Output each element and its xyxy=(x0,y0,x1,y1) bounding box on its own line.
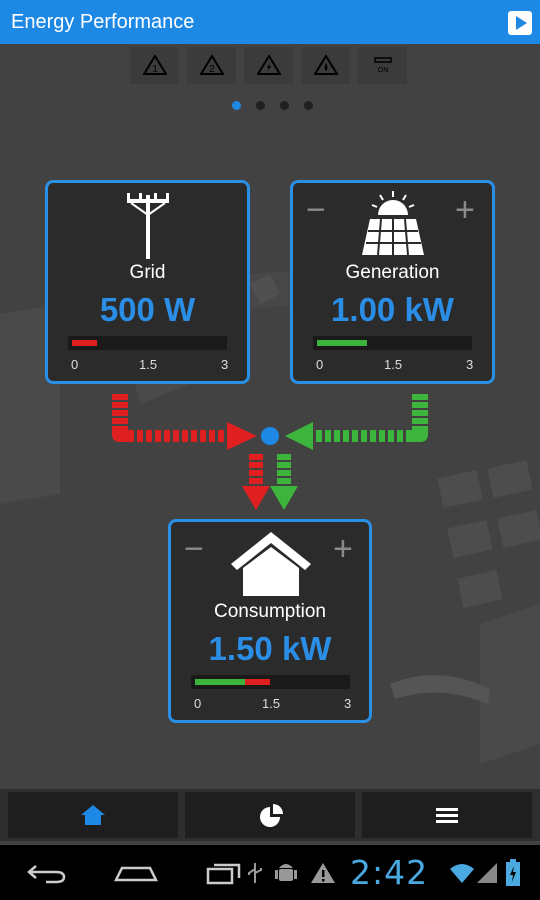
generation-level-fill xyxy=(317,340,367,346)
scale-tick: 1.5 xyxy=(384,357,403,372)
warning-drop-icon xyxy=(314,55,338,75)
junction-node xyxy=(261,427,279,445)
consumption-plus-button[interactable]: + xyxy=(333,532,353,566)
system-navigation-bar: 2:42 xyxy=(0,845,540,900)
consumption-level-bar xyxy=(191,675,350,689)
alert-drop-button[interactable] xyxy=(301,47,350,84)
on-switch-icon: ON xyxy=(374,57,392,74)
warning-icon xyxy=(311,863,335,883)
generation-label: Generation xyxy=(345,262,440,283)
pie-chart-icon xyxy=(260,804,283,827)
recent-apps-icon[interactable] xyxy=(206,863,242,885)
wifi-icon xyxy=(450,864,474,883)
battery-charging-icon xyxy=(506,859,520,886)
scale-tick: 0 xyxy=(71,357,79,372)
svg-text:2: 2 xyxy=(209,64,215,75)
consumption-value: 1.50 kW xyxy=(208,630,332,667)
consumption-label: Consumption xyxy=(214,601,326,622)
warning-2-icon: 2 xyxy=(200,55,224,75)
generation-to-consumption-arrow xyxy=(270,454,298,510)
consumption-scale: 0 1.5 3 xyxy=(191,696,355,712)
consumption-card[interactable]: − + Consumption 1.50 kW 0 1.5 3 xyxy=(168,519,372,723)
page-dot[interactable] xyxy=(232,101,241,110)
nav-menu-button[interactable] xyxy=(362,792,532,838)
usb-icon xyxy=(248,863,262,883)
grid-level-fill xyxy=(72,340,97,346)
generation-plus-button[interactable]: + xyxy=(455,193,475,227)
warning-bolt-icon xyxy=(257,55,281,75)
alert-warning-1-button[interactable]: 1 xyxy=(130,47,179,84)
home-outline-icon[interactable] xyxy=(114,865,158,883)
generation-scale: 0 1.5 3 xyxy=(313,357,477,373)
scale-tick: 3 xyxy=(466,357,474,372)
android-debug-icon xyxy=(275,864,297,881)
scale-tick: 0 xyxy=(316,357,324,372)
page-dot[interactable] xyxy=(256,101,265,110)
page-dot[interactable] xyxy=(304,101,313,110)
nav-statistics-button[interactable] xyxy=(185,792,355,838)
on-switch-button[interactable]: ON xyxy=(358,47,407,84)
bottom-navigation xyxy=(0,789,540,841)
house-icon xyxy=(231,532,311,596)
page-dot[interactable] xyxy=(280,101,289,110)
home-icon xyxy=(81,805,105,825)
svg-text:1: 1 xyxy=(152,64,158,75)
svg-text:ON: ON xyxy=(378,67,389,74)
energy-flow-diagram xyxy=(112,394,428,510)
generation-card[interactable]: − + Generation 1.00 kW 0 1.5 3 xyxy=(290,180,495,384)
grid-level-bar xyxy=(68,336,227,350)
scale-tick: 3 xyxy=(221,357,229,372)
status-clock: 2:42 xyxy=(350,853,429,892)
alert-warning-2-button[interactable]: 2 xyxy=(187,47,236,84)
grid-flow-arrow xyxy=(112,394,257,450)
grid-card[interactable]: Grid 500 W 0 1.5 3 xyxy=(45,180,250,384)
scale-tick: 1.5 xyxy=(139,357,158,372)
power-pole-icon xyxy=(127,193,169,259)
consumption-grid-share-fill xyxy=(245,679,270,685)
consumption-generation-share-fill xyxy=(195,679,245,685)
nav-home-button[interactable] xyxy=(8,792,178,838)
page-indicator xyxy=(232,101,313,111)
app-title: Energy Performance xyxy=(11,11,195,33)
grid-scale: 0 1.5 3 xyxy=(68,357,232,373)
scale-tick: 1.5 xyxy=(262,696,281,711)
consumption-minus-button[interactable]: − xyxy=(184,532,204,566)
grid-to-consumption-arrow xyxy=(242,454,270,510)
app-title-bar: Energy Performance xyxy=(0,0,540,44)
generation-minus-button[interactable]: − xyxy=(306,193,326,227)
back-icon[interactable] xyxy=(26,862,66,884)
alert-bolt-button[interactable] xyxy=(244,47,293,84)
generation-value: 1.00 kW xyxy=(331,291,454,328)
menu-icon xyxy=(436,808,458,823)
signal-icon xyxy=(477,863,497,883)
grid-value: 500 W xyxy=(99,291,196,328)
warning-1-icon: 1 xyxy=(143,55,167,75)
generation-level-bar xyxy=(313,336,472,350)
scale-tick: 3 xyxy=(344,696,352,711)
scale-tick: 0 xyxy=(194,696,202,711)
grid-label: Grid xyxy=(129,262,166,283)
generation-flow-arrow xyxy=(285,394,428,450)
play-store-icon[interactable] xyxy=(508,11,532,35)
solar-panel-icon xyxy=(362,191,424,256)
